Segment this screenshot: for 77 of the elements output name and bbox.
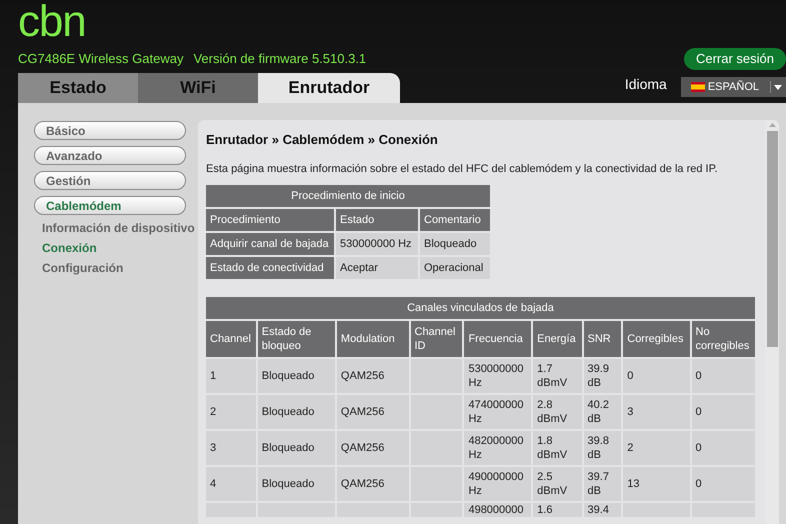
table-cell: 40.2 dB bbox=[584, 395, 622, 429]
spain-flag-icon bbox=[690, 82, 705, 92]
language-label: Idioma bbox=[624, 75, 667, 94]
table-cell: 474000000 Hz bbox=[464, 395, 532, 429]
table-cell: Bloqueado bbox=[258, 359, 335, 393]
table-cell: 39.4 bbox=[584, 503, 622, 517]
table-cell: 530000000 Hz bbox=[336, 233, 418, 255]
column-header: Comentario bbox=[420, 209, 490, 231]
column-header: Channel ID bbox=[410, 321, 462, 357]
breadcrumb: Enrutador » Cablemódem » Conexión bbox=[206, 131, 439, 149]
column-header: Channel bbox=[206, 321, 256, 357]
row-header: Estado de conectividad bbox=[206, 257, 334, 279]
table-cell: 1 bbox=[206, 359, 256, 393]
scroll-up-icon bbox=[768, 123, 776, 127]
sidebar-item[interactable]: Avanzado bbox=[34, 146, 186, 165]
table-cell: 2 bbox=[623, 431, 690, 465]
table-cell: QAM256 bbox=[336, 359, 408, 393]
table-cell: Bloqueado bbox=[258, 395, 335, 429]
table-cell: Aceptar bbox=[336, 257, 418, 279]
table-cell: Operacional bbox=[420, 257, 490, 279]
column-header: Corregibles bbox=[623, 321, 690, 357]
table-cell: 0 bbox=[692, 395, 755, 429]
table-cell: 1.6 bbox=[533, 503, 582, 517]
model-info: CG7486E Wireless Gateway bbox=[18, 50, 184, 68]
table-cell: 482000000 Hz bbox=[464, 431, 532, 465]
table-cell: Bloqueado bbox=[258, 467, 335, 501]
logo: cbn bbox=[18, 0, 86, 44]
table-cell: QAM256 bbox=[336, 395, 408, 429]
table-cell: 39.9 dB bbox=[584, 359, 622, 393]
table-cell: 1.8 dBmV bbox=[533, 431, 582, 465]
nav-tab[interactable]: WiFi bbox=[138, 73, 258, 103]
table-cell: QAM256 bbox=[336, 431, 408, 465]
logout-button[interactable]: Cerrar sesión bbox=[684, 48, 786, 70]
nav-tab[interactable]: Enrutador bbox=[258, 73, 400, 103]
table-cell: 0 bbox=[692, 467, 755, 501]
table-cell: 490000000 Hz bbox=[464, 467, 532, 501]
sidebar-link[interactable]: Información de dispositivo bbox=[34, 221, 195, 235]
sidebar-item[interactable]: Cablemódem bbox=[34, 196, 186, 215]
column-header: Estado de bloqueo bbox=[258, 321, 335, 357]
scrollbar-thumb[interactable] bbox=[766, 131, 778, 347]
table-cell: 4 bbox=[206, 467, 256, 501]
table-cell: 3 bbox=[623, 395, 690, 429]
column-header: SNR bbox=[584, 321, 622, 357]
caret-icon bbox=[774, 84, 782, 90]
sidebar-link[interactable]: Configuración bbox=[34, 261, 124, 275]
table-cell: 39.8 dB bbox=[584, 431, 622, 465]
table-cell: 2 bbox=[206, 395, 256, 429]
column-header: Frecuencia bbox=[464, 321, 532, 357]
firmware-info: Versión de firmware 5.510.3.1 bbox=[193, 50, 366, 68]
table-cell: Bloqueado bbox=[258, 431, 335, 465]
table-cell: 0 bbox=[692, 431, 755, 465]
table-cell: QAM256 bbox=[336, 467, 408, 501]
sidebar-item[interactable]: Gestión bbox=[34, 171, 186, 190]
table-cell: 2.8 dBmV bbox=[533, 395, 582, 429]
table-cell: 1.7 dBmV bbox=[533, 359, 582, 393]
table-title: Procedimiento de inicio bbox=[206, 185, 490, 207]
sidebar-link[interactable]: Conexión bbox=[34, 241, 97, 255]
table-cell: 39.7 dB bbox=[584, 467, 622, 501]
table-cell: 530000000 Hz bbox=[464, 359, 532, 393]
table-cell: 0 bbox=[623, 359, 690, 393]
language-select[interactable]: ESPAÑOL bbox=[680, 77, 786, 97]
table-cell: 2.5 dBmV bbox=[533, 467, 582, 501]
nav-tab[interactable]: Estado bbox=[18, 73, 138, 103]
column-header: No corregibles bbox=[692, 321, 755, 357]
table-cell: 0 bbox=[692, 359, 755, 393]
row-header: Adquirir canal de bajada bbox=[206, 233, 334, 255]
table-cell: Bloqueado bbox=[420, 233, 490, 255]
table-title: Canales vinculados de bajada bbox=[206, 297, 755, 319]
column-header: Energía bbox=[533, 321, 582, 357]
column-header: Modulation bbox=[336, 321, 408, 357]
page-description: Esta página muestra información sobre el estado del HFC del cablemódem y la conectividad de la red IP. bbox=[206, 162, 719, 176]
column-header: Estado bbox=[336, 209, 418, 231]
table-cell: 13 bbox=[623, 467, 690, 501]
table-cell: 498000000 bbox=[464, 503, 532, 517]
sidebar-item[interactable]: Básico bbox=[34, 121, 186, 140]
table-cell: 3 bbox=[206, 431, 256, 465]
column-header: Procedimiento bbox=[206, 209, 334, 231]
